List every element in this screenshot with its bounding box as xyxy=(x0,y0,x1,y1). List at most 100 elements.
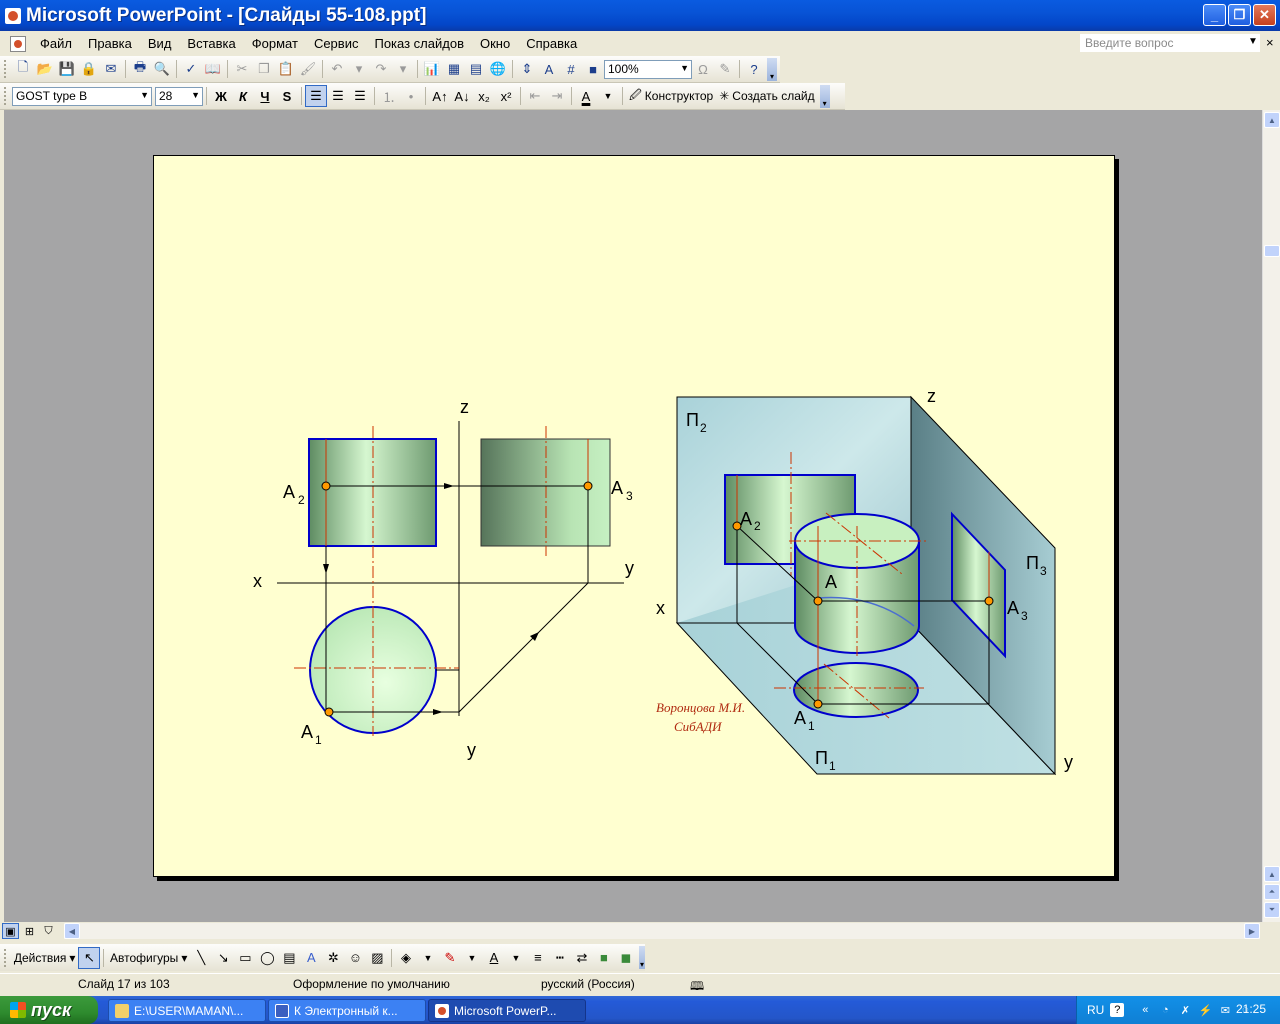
scroll-up-icon[interactable]: ▲ xyxy=(1264,866,1280,882)
toolbar-grip[interactable] xyxy=(4,948,8,967)
rectangle-icon[interactable]: ▭ xyxy=(234,947,256,969)
print-preview-icon[interactable]: 🔍 xyxy=(151,58,173,80)
ink-icon[interactable]: ✎ xyxy=(714,58,736,80)
print-icon[interactable]: 🖶 xyxy=(129,58,151,80)
zoom-combo[interactable]: 100% ▼ xyxy=(604,59,692,79)
tray-app-icon[interactable]: ◔ xyxy=(1158,1003,1172,1017)
previous-slide-icon[interactable]: ⏶ xyxy=(1264,884,1280,900)
subscript-icon[interactable]: x₂ xyxy=(473,85,495,107)
picture-icon[interactable]: ▨ xyxy=(366,947,388,969)
symbol-icon[interactable]: Ω xyxy=(692,58,714,80)
email-icon[interactable]: ✉ xyxy=(100,58,122,80)
insert-table-icon[interactable]: ▦ xyxy=(443,58,465,80)
antivirus-icon[interactable]: ✗ xyxy=(1178,1003,1192,1017)
fill-color-icon[interactable]: ◈ xyxy=(395,947,417,969)
document-close-button[interactable]: × xyxy=(1266,35,1274,50)
fill-color-dropdown-icon[interactable]: ▼ xyxy=(417,947,439,969)
ask-question-dropdown-icon[interactable]: ▼ xyxy=(1248,36,1258,47)
maximize-button[interactable]: ❐ xyxy=(1228,4,1251,26)
mail-icon[interactable]: ✉ xyxy=(1218,1003,1232,1017)
redo-icon[interactable]: ↷ xyxy=(370,58,392,80)
menu-insert[interactable]: Вставка xyxy=(179,34,243,54)
toolbar-grip[interactable] xyxy=(4,87,9,105)
language-indicator[interactable]: русский (Россия) xyxy=(541,977,635,991)
language-bar[interactable]: RU xyxy=(1087,1003,1104,1017)
font-name-combo[interactable]: GOST type B ▼ xyxy=(12,86,152,106)
clipart-icon[interactable]: ☺ xyxy=(344,947,366,969)
format-painter-icon[interactable]: 🖌 xyxy=(297,58,319,80)
actions-menu-button[interactable]: Действия ▾ xyxy=(11,947,79,969)
copy-icon[interactable]: ❐ xyxy=(253,58,275,80)
normal-view-icon[interactable]: ▣ xyxy=(2,923,19,939)
slideshow-view-icon[interactable]: ⛉ xyxy=(40,923,57,939)
align-right-icon[interactable]: ☰ xyxy=(349,85,371,107)
increase-font-icon[interactable]: A↑ xyxy=(429,85,451,107)
font-name-dropdown-icon[interactable]: ▼ xyxy=(140,90,149,100)
minimize-button[interactable]: _ xyxy=(1203,4,1226,26)
close-button[interactable]: ✕ xyxy=(1253,4,1276,26)
toolbar-grip[interactable] xyxy=(4,60,9,78)
taskbar-item-powerpoint[interactable]: Microsoft PowerP... xyxy=(428,999,586,1022)
font-color-dropdown-icon[interactable]: ▼ xyxy=(505,947,527,969)
toolbar-options-icon[interactable]: ▾ xyxy=(638,946,645,969)
font-size-combo[interactable]: 28 ▼ xyxy=(155,86,203,106)
scroll-right-icon[interactable]: ▶ xyxy=(1244,923,1260,939)
designer-button[interactable]: 🖉 Конструктор xyxy=(626,85,716,107)
next-slide-icon[interactable]: ⏷ xyxy=(1264,902,1280,918)
menu-format[interactable]: Формат xyxy=(244,34,306,54)
decrease-indent-icon[interactable]: ⇤ xyxy=(524,85,546,107)
toolbar-options-icon[interactable]: ▾ xyxy=(819,84,830,108)
italic-button[interactable]: К xyxy=(232,85,254,107)
design-template[interactable]: Оформление по умолчанию xyxy=(293,977,450,991)
network-icon[interactable]: ⚡ xyxy=(1198,1003,1212,1017)
undo-icon[interactable]: ↶ xyxy=(326,58,348,80)
font-size-dropdown-icon[interactable]: ▼ xyxy=(191,90,200,100)
horizontal-scrollbar[interactable]: ◀ ▶ xyxy=(64,923,1260,939)
insert-chart-icon[interactable]: 📊 xyxy=(421,58,443,80)
title-bar[interactable]: Microsoft PowerPoint - [Слайды 55-108.pp… xyxy=(0,0,1280,31)
slide-canvas[interactable]: z x y y A 2 A 3 A 1 z x y П 2 П 3 П 1 A … xyxy=(153,155,1115,877)
spelling-status-icon[interactable]: 🕮 xyxy=(690,977,704,998)
cut-icon[interactable]: ✂ xyxy=(231,58,253,80)
new-slide-button[interactable]: ✳ Создать слайд xyxy=(716,85,817,107)
align-left-icon[interactable]: ☰ xyxy=(305,85,327,107)
scroll-up-icon[interactable]: ▲ xyxy=(1264,112,1280,128)
help-icon[interactable]: ? xyxy=(743,58,765,80)
menu-slideshow[interactable]: Показ слайдов xyxy=(366,34,472,54)
permission-icon[interactable]: 🔒 xyxy=(78,58,100,80)
numbering-icon[interactable]: ⒈ xyxy=(378,85,400,107)
clock[interactable]: 21:25 xyxy=(1236,1002,1266,1016)
show-formatting-icon[interactable]: A xyxy=(538,58,560,80)
powerpoint-app-icon[interactable] xyxy=(5,7,21,24)
dash-style-icon[interactable]: ┅ xyxy=(549,947,571,969)
show-hidden-icons-icon[interactable]: « xyxy=(1138,1003,1152,1017)
vertical-scrollbar[interactable]: ▲ ▲ ⏶ ⏷ xyxy=(1262,110,1280,922)
menu-window[interactable]: Окно xyxy=(472,34,518,54)
line-color-icon[interactable]: ✎ xyxy=(439,947,461,969)
new-icon[interactable]: 🗋 xyxy=(12,58,34,80)
save-icon[interactable]: 💾 xyxy=(56,58,78,80)
menu-edit[interactable]: Правка xyxy=(80,34,140,54)
toolbar-options-icon[interactable]: ▾ xyxy=(767,57,777,81)
help-tray-icon[interactable]: ? xyxy=(1110,1003,1125,1017)
select-arrow-icon[interactable]: ↖ xyxy=(78,946,101,969)
show-grid-icon[interactable]: # xyxy=(560,58,582,80)
arrow-style-icon[interactable]: ⇄ xyxy=(571,947,593,969)
ask-question-input[interactable]: Введите вопрос xyxy=(1080,34,1260,52)
textbox-icon[interactable]: ▤ xyxy=(278,947,300,969)
taskbar-item-word[interactable]: К Электронный к... xyxy=(268,999,426,1022)
text-shadow-button[interactable]: S xyxy=(276,85,298,107)
line-icon[interactable]: ╲ xyxy=(190,947,212,969)
decrease-font-icon[interactable]: A↓ xyxy=(451,85,473,107)
spelling-icon[interactable]: ✓ xyxy=(180,58,202,80)
oval-icon[interactable]: ◯ xyxy=(256,947,278,969)
diagram-icon[interactable]: ✲ xyxy=(322,947,344,969)
font-color-icon[interactable]: A xyxy=(483,947,505,969)
arrow-icon[interactable]: ↘ xyxy=(212,947,234,969)
shadow-style-icon[interactable]: ■ xyxy=(593,947,615,969)
scroll-left-icon[interactable]: ◀ xyxy=(64,923,80,939)
slide-sorter-icon[interactable]: ⊞ xyxy=(21,923,38,939)
underline-button[interactable]: Ч xyxy=(254,85,276,107)
superscript-icon[interactable]: x² xyxy=(495,85,517,107)
taskbar-item-explorer[interactable]: E:\USER\MAMAN\... xyxy=(108,999,266,1022)
